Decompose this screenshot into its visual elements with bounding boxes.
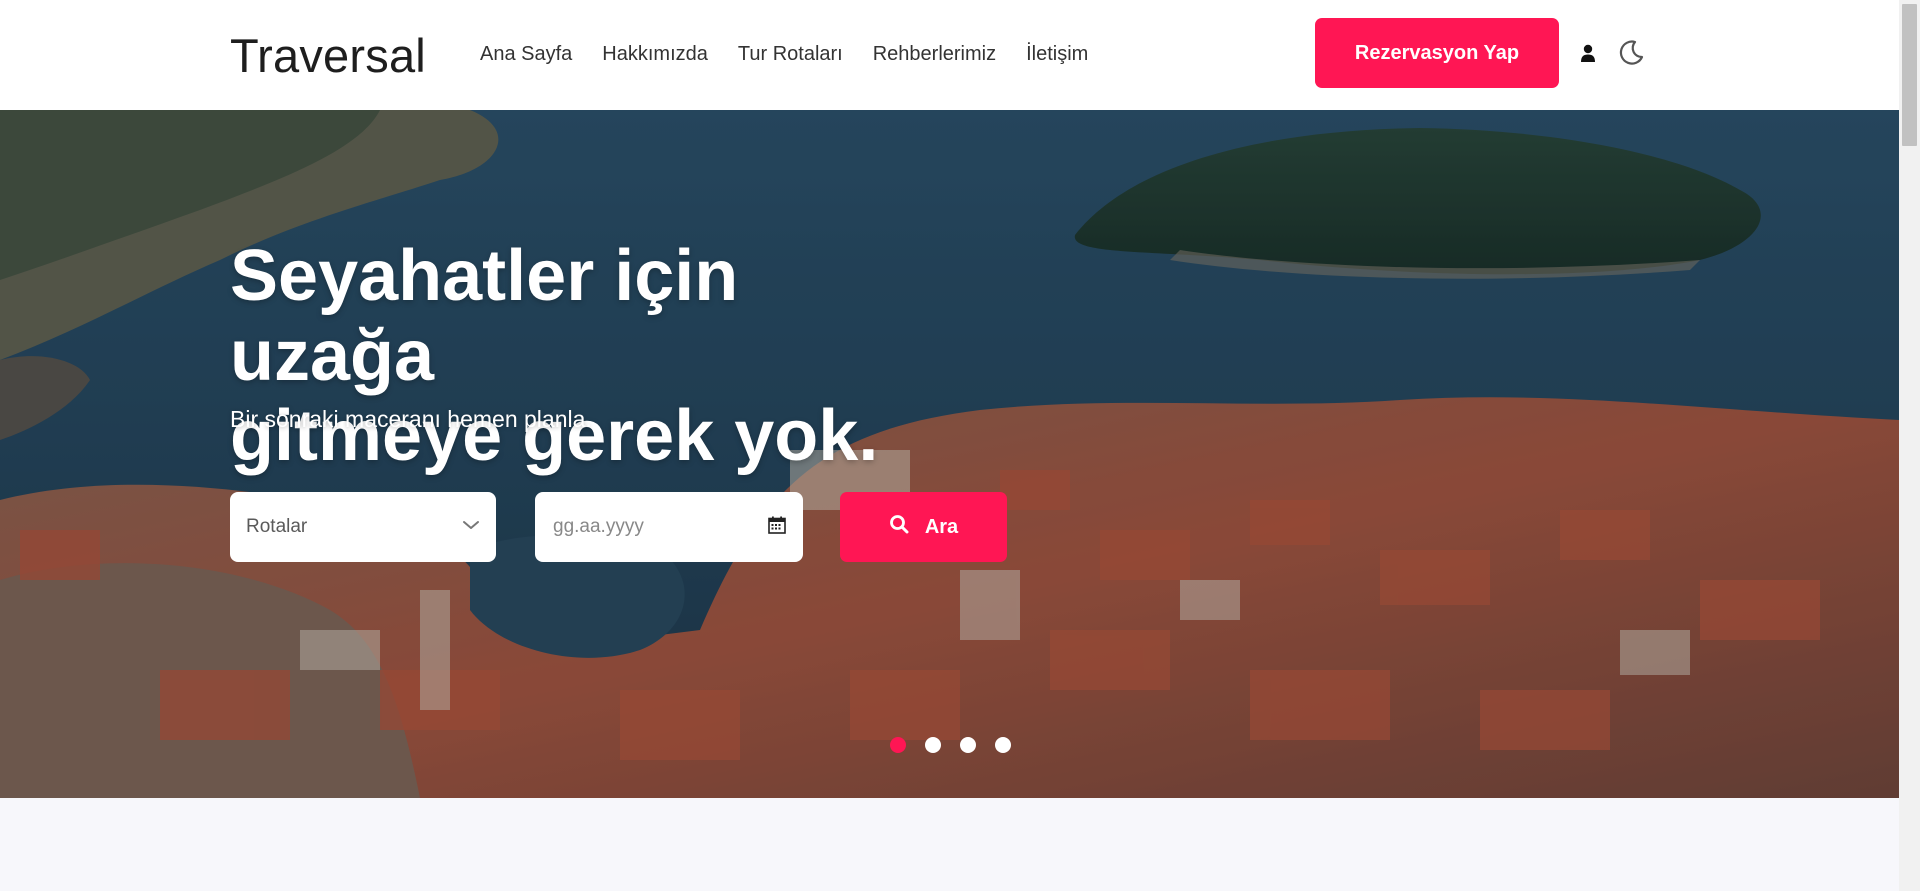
search-icon [889, 514, 909, 540]
nav-link-home[interactable]: Ana Sayfa [480, 40, 572, 68]
nav-link-about[interactable]: Hakkımızda [602, 40, 708, 68]
route-select[interactable]: Rotalar [230, 492, 496, 562]
search-button-label: Ara [924, 515, 959, 538]
navbar: Traversal Ana Sayfa Hakkımızda Tur Rotal… [0, 0, 1899, 110]
carousel-dot-4[interactable] [995, 737, 1011, 753]
chevron-down-icon [462, 518, 480, 536]
carousel-indicators [890, 737, 1011, 753]
hero-section: Seyahatler için uzağa gitmeye gerek yok.… [0, 110, 1899, 798]
user-icon[interactable] [1578, 43, 1598, 63]
nav-links: Ana Sayfa Hakkımızda Tur Rotaları Rehber… [480, 40, 1118, 68]
reserve-button[interactable]: Rezervasyon Yap [1315, 18, 1559, 88]
hero-title-line-1: Seyahatler için uzağa [230, 236, 739, 396]
moon-icon[interactable] [1616, 38, 1646, 68]
nav-link-contact[interactable]: İletişim [1026, 40, 1088, 68]
hero-title: Seyahatler için uzağa gitmeye gerek yok. [230, 236, 950, 476]
hero-subtitle: Bir sonraki maceranı hemen planla. [230, 406, 592, 432]
page: Traversal Ana Sayfa Hakkımızda Tur Rotal… [0, 0, 1899, 891]
nav-link-tour-routes[interactable]: Tur Rotaları [738, 40, 843, 68]
date-input[interactable] [551, 515, 755, 539]
brand-logo[interactable]: Traversal [230, 30, 426, 82]
nav-link-guides[interactable]: Rehberlerimiz [873, 40, 996, 68]
carousel-dot-1[interactable] [890, 737, 906, 753]
carousel-dot-3[interactable] [960, 737, 976, 753]
vertical-scrollbar[interactable] [1899, 0, 1920, 891]
calendar-icon[interactable] [767, 515, 787, 540]
search-button[interactable]: Ara [840, 492, 1007, 562]
date-field[interactable] [535, 492, 803, 562]
scrollbar-thumb[interactable] [1902, 4, 1917, 146]
carousel-dot-2[interactable] [925, 737, 941, 753]
route-select-value: Rotalar [246, 516, 308, 537]
